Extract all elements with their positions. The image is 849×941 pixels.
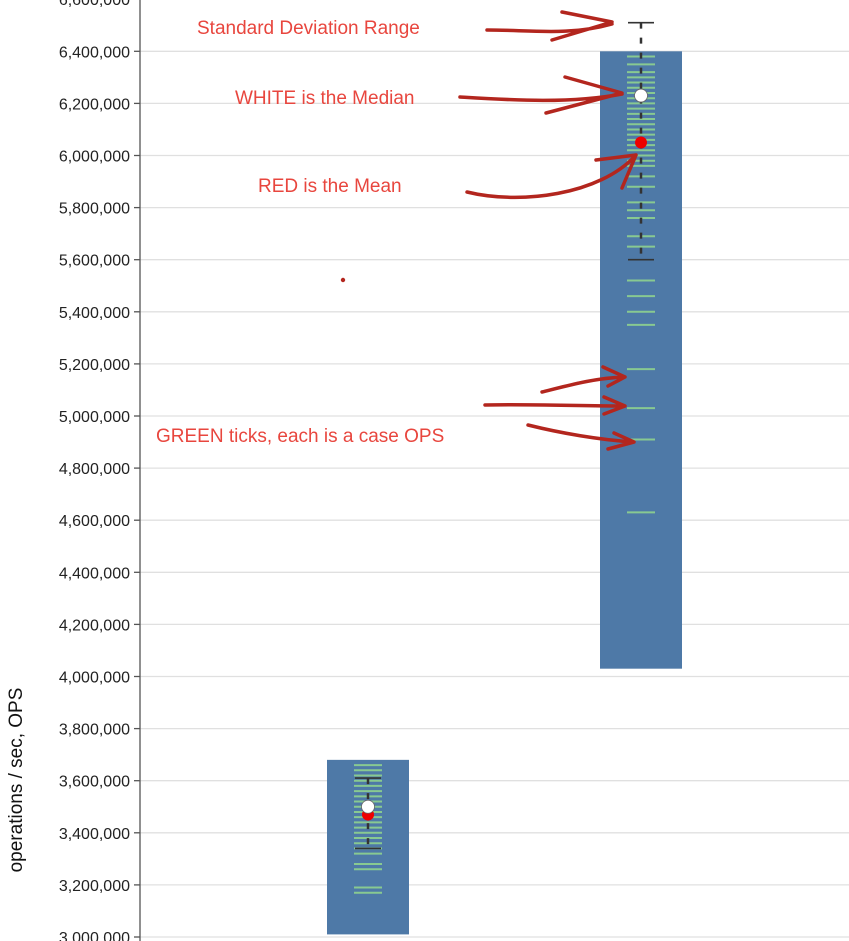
y-tick-label: 6,200,000 xyxy=(59,96,130,113)
bars xyxy=(327,21,682,935)
annotation-median: WHITE is the Median xyxy=(235,88,415,109)
y-axis-title: operations / sec, OPS xyxy=(6,688,27,873)
y-tick-label: 3,200,000 xyxy=(59,878,130,895)
y-tick-label: 3,000,000 xyxy=(59,930,130,941)
annotation-std: Standard Deviation Range xyxy=(197,18,420,39)
y-tick-label: 6,000,000 xyxy=(59,149,130,166)
median-dot xyxy=(634,88,648,103)
y-tick-label: 4,400,000 xyxy=(59,565,130,582)
y-tick-label: 5,800,000 xyxy=(59,201,130,218)
y-tick-label: 4,600,000 xyxy=(59,513,130,530)
median-dot xyxy=(361,799,375,814)
y-tick-label: 6,400,000 xyxy=(59,44,130,61)
y-tick-label: 5,400,000 xyxy=(59,305,130,322)
y-tick-label: 3,600,000 xyxy=(59,774,130,791)
gridlines xyxy=(140,50,849,938)
y-tick-label: 6,600,000 xyxy=(59,0,130,9)
y-tick-label: 4,800,000 xyxy=(59,461,130,478)
annotation-mean: RED is the Mean xyxy=(258,176,402,197)
y-axis: 3,000,000 3,200,000 3,400,000 3,600,000 3,80… xyxy=(59,0,141,941)
y-tick-label: 5,200,000 xyxy=(59,357,130,374)
y-tick-label: 5,000,000 xyxy=(59,409,130,426)
annotations: Standard Deviation Range WHITE is the Me… xyxy=(156,10,638,451)
arrow-median xyxy=(458,75,624,115)
annotation-ticks: GREEN ticks, each is a case OPS xyxy=(156,426,444,447)
arrow-std xyxy=(485,10,614,42)
y-tick-label: 4,200,000 xyxy=(59,617,130,634)
y-tick-label: 4,000,000 xyxy=(59,670,130,687)
stray-dot xyxy=(340,277,346,283)
y-tick-label: 5,600,000 xyxy=(59,253,130,270)
y-tick-label: 3,400,000 xyxy=(59,826,130,843)
box-chart: 3,000,000 3,200,000 3,400,000 3,600,000 3,80… xyxy=(6,0,849,941)
mean-dot xyxy=(635,136,647,149)
y-tick-label: 3,800,000 xyxy=(59,722,130,739)
